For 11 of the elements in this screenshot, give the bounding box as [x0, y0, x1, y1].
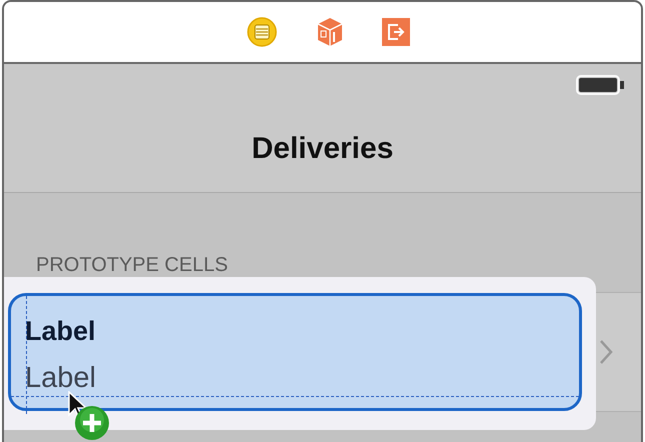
- battery-icon: [575, 74, 627, 96]
- view-controller-icon[interactable]: [246, 16, 278, 48]
- navigation-title: Deliveries: [252, 132, 394, 166]
- selected-cell[interactable]: Label Label: [8, 293, 582, 411]
- chevron-icon: [599, 339, 613, 365]
- title-label: Label: [25, 316, 96, 347]
- exit-icon[interactable]: [382, 18, 410, 46]
- add-icon: [74, 405, 110, 441]
- section-header: PROTOTYPE CELLS: [36, 254, 228, 276]
- cube-icon[interactable]: [316, 16, 344, 48]
- subtitle-label: Label: [25, 362, 96, 395]
